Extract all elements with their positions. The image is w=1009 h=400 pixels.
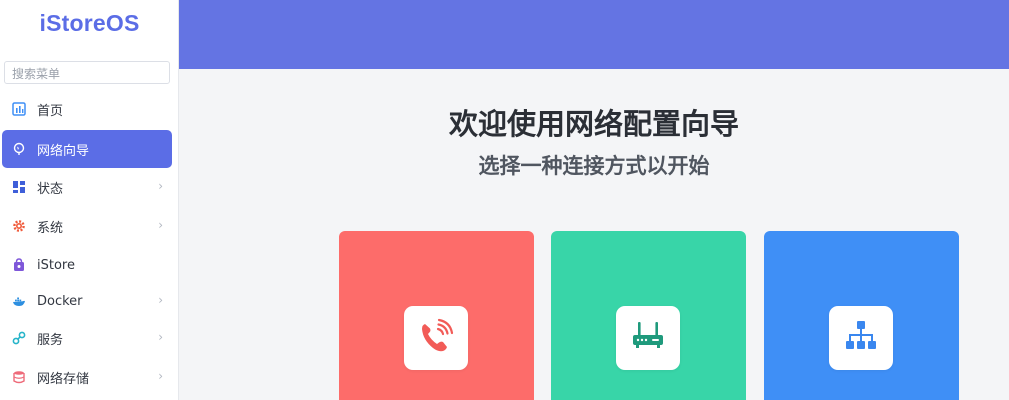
chevron-right-icon: › <box>158 369 163 383</box>
dashboard-icon <box>12 102 26 116</box>
sidebar-item-label: iStore <box>37 257 75 273</box>
sidebar-item-label: 服务 <box>37 332 64 348</box>
sidebar-item-status[interactable]: 状态 › <box>2 168 172 206</box>
status-grid-icon <box>12 180 26 194</box>
chevron-right-icon: › <box>158 293 163 307</box>
sidebar-item-label: Docker <box>37 293 83 309</box>
connection-card-dialup[interactable] <box>339 231 534 400</box>
sidebar-item-label: 状态 <box>37 181 64 197</box>
globe-icon <box>12 142 26 156</box>
connection-card-network[interactable] <box>764 231 959 400</box>
card-icon-box <box>829 306 893 370</box>
sidebar-item-network-wizard[interactable]: 网络向导 <box>2 130 172 168</box>
network-topology-icon <box>841 316 881 360</box>
sidebar-item-label: 系统 <box>37 220 64 236</box>
services-icon <box>12 331 26 345</box>
sidebar-item-docker[interactable]: Docker › <box>2 282 172 320</box>
sidebar-item-home[interactable]: 首页 <box>2 90 172 128</box>
storage-icon <box>12 370 26 384</box>
menu-search-input[interactable] <box>4 61 170 84</box>
header-banner <box>179 0 1009 69</box>
sidebar: iStoreOS 首页 网络向导 状态 › <box>0 0 179 400</box>
chevron-right-icon: › <box>158 179 163 193</box>
page-title: 欢迎使用网络配置向导 <box>448 107 739 141</box>
chevron-right-icon: › <box>158 218 163 232</box>
chevron-right-icon: › <box>158 330 163 344</box>
docker-whale-icon <box>12 294 26 308</box>
sidebar-item-label: 首页 <box>37 103 64 119</box>
card-icon-box <box>404 306 468 370</box>
connection-card-router[interactable] <box>551 231 746 400</box>
sidebar-item-label: 网络存储 <box>37 371 90 387</box>
store-bag-icon <box>12 258 26 272</box>
page-subtitle: 选择一种连接方式以开始 <box>478 154 710 178</box>
sidebar-item-services[interactable]: 服务 › <box>2 319 172 357</box>
sidebar-item-istore[interactable]: iStore <box>2 246 172 284</box>
sidebar-item-system[interactable]: 系统 › <box>2 207 172 245</box>
sidebar-item-network-storage[interactable]: 网络存储 › <box>2 358 172 396</box>
card-icon-box <box>616 306 680 370</box>
app-logo[interactable]: iStoreOS <box>0 10 179 37</box>
sidebar-item-label: 网络向导 <box>37 143 90 159</box>
router-icon <box>628 316 668 360</box>
gear-icon <box>12 219 26 233</box>
phone-icon <box>416 316 456 360</box>
